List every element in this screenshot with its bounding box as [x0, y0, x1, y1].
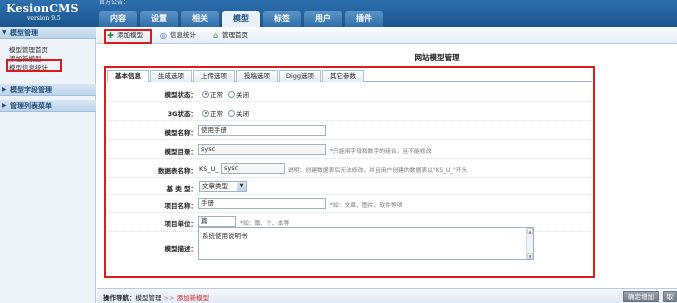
nav-tab-model[interactable]: 模型	[222, 11, 260, 27]
logo-title: KesionCMS	[6, 2, 79, 15]
nav-tab-content[interactable]: 内容	[99, 11, 137, 27]
footer-bar: 操作导航：模型管理 >> 添加新模型 确定增加 取	[97, 288, 677, 303]
breadcrumb-label: 操作导航：	[103, 294, 136, 302]
breadcrumb: 操作导航：模型管理 >> 添加新模型	[103, 292, 209, 302]
home-icon: ⌂	[212, 31, 219, 40]
manage-home-button[interactable]: ⌂ 管理首页	[211, 30, 248, 41]
info-stats-button[interactable]: ◎ 信息统计	[159, 30, 196, 41]
confirm-add-button[interactable]: 确定增加	[623, 291, 659, 302]
sidebar-section-label: 模型字段管理	[10, 86, 52, 94]
sidebar-section-model-manage[interactable]: ▼ 模型管理	[0, 27, 96, 39]
toolbar: ✚ 添加模型 ◎ 信息统计 ⌂ 管理首页	[97, 27, 677, 44]
breadcrumb-current: 添加新模型	[176, 294, 210, 302]
sidebar-item-model-home[interactable]: 模型管理首页	[9, 46, 48, 54]
logo-version: version 9.5	[27, 15, 61, 22]
breadcrumb-parent[interactable]: 模型管理	[136, 294, 162, 302]
breadcrumb-separator: >>	[163, 294, 175, 302]
logo: KesionCMS version 9.5	[6, 2, 86, 25]
page-title: 网站模型管理	[414, 53, 460, 62]
sidebar-section-label: 管理列表菜单	[10, 102, 52, 110]
cancel-button[interactable]: 取	[663, 291, 677, 302]
toolbar-highlight-box	[104, 29, 152, 44]
sidebar-highlight-box	[6, 59, 62, 72]
sidebar-section-list-menu[interactable]: ▶ 管理列表菜单	[0, 100, 96, 112]
nav-tab-tags[interactable]: 标签	[263, 11, 301, 27]
stats-icon: ◎	[160, 31, 167, 40]
manage-home-label: 管理首页	[222, 31, 248, 39]
form-highlight-box	[104, 66, 595, 278]
info-stats-label: 信息统计	[170, 31, 196, 39]
announcement[interactable]: 官方公告：	[99, 0, 129, 6]
nav-tab-related[interactable]: 相关	[181, 11, 219, 27]
chevron-icon: ▼	[2, 29, 7, 36]
app-header: KesionCMS version 9.5 官方公告： 内容 设置 相关 模型 …	[0, 0, 677, 27]
nav-tab-users[interactable]: 用户	[304, 11, 342, 27]
nav-tab-plugins[interactable]: 插件	[345, 11, 383, 27]
sidebar-section-field-manage[interactable]: ▶ 模型字段管理	[0, 84, 96, 96]
chevron-icon: ▶	[2, 86, 7, 93]
nav-tab-settings[interactable]: 设置	[140, 11, 178, 27]
sidebar-section-label: 模型管理	[10, 29, 38, 37]
chevron-icon: ▶	[2, 102, 7, 109]
